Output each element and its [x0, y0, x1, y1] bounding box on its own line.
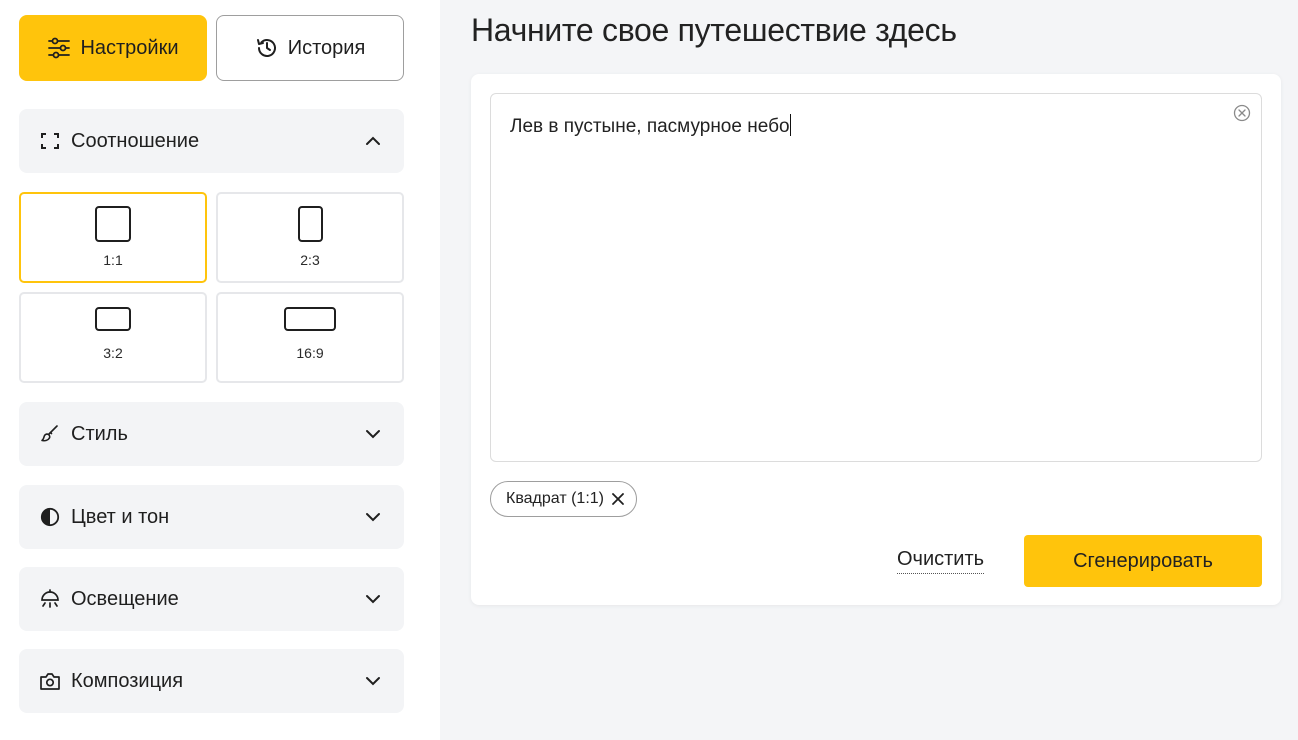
color-tone-section-header[interactable]: Цвет и тон [19, 485, 404, 549]
contrast-icon [39, 506, 61, 528]
chevron-up-icon [364, 132, 382, 150]
ratio-option-label: 3:2 [103, 345, 123, 361]
clear-input-icon[interactable] [1233, 104, 1251, 122]
square-ratio-icon [95, 206, 131, 242]
prompt-text: Лев в пустыне, пасмурное небо [510, 116, 790, 137]
landscape-ratio-icon [95, 307, 131, 331]
ratio-option-2-3[interactable]: 2:3 [216, 192, 404, 283]
clear-button[interactable]: Очистить [897, 548, 985, 574]
history-tab-button[interactable]: История [216, 15, 404, 81]
lighting-section-header[interactable]: Освещение [19, 567, 404, 631]
ratio-option-3-2[interactable]: 3:2 [19, 292, 207, 383]
close-icon[interactable] [610, 491, 626, 507]
history-icon [255, 36, 279, 60]
color-tone-section-label: Цвет и тон [71, 505, 170, 528]
settings-sidebar: Настройки История Соотношение 1:1 2:3 3:… [0, 0, 440, 740]
frame-icon [39, 130, 61, 152]
composition-section-label: Композиция [71, 669, 184, 692]
page-title: Начните свое путешествие здесь [471, 12, 957, 48]
text-caret [789, 114, 791, 136]
chevron-down-icon [364, 590, 382, 608]
ratio-option-label: 1:1 [103, 252, 123, 268]
history-tab-label: История [287, 36, 366, 59]
brush-icon [39, 423, 61, 445]
generate-button[interactable]: Сгенерировать [1024, 535, 1262, 587]
settings-tab-button[interactable]: Настройки [19, 15, 207, 81]
ratio-option-label: 16:9 [296, 345, 324, 361]
chevron-down-icon [364, 508, 382, 526]
prompt-card: Лев в пустыне, пасмурное небо Квадрат (1… [471, 74, 1281, 605]
composition-section-header[interactable]: Композиция [19, 649, 404, 713]
ratio-option-label: 2:3 [300, 252, 320, 268]
portrait-ratio-icon [297, 206, 323, 242]
sliders-icon [47, 37, 71, 59]
chip-label: Квадрат (1:1) [506, 490, 604, 507]
style-section-header[interactable]: Стиль [19, 402, 404, 466]
aspect-ratio-section-label: Соотношение [71, 129, 200, 152]
lighting-section-label: Освещение [71, 587, 179, 610]
camera-icon [39, 670, 61, 692]
aspect-ratio-chip: Квадрат (1:1) [490, 481, 637, 517]
aspect-ratio-section-header[interactable]: Соотношение [19, 109, 404, 173]
prompt-textarea[interactable]: Лев в пустыне, пасмурное небо [490, 93, 1262, 462]
settings-tab-label: Настройки [80, 36, 179, 59]
lamp-icon [39, 588, 61, 610]
ratio-option-16-9[interactable]: 16:9 [216, 292, 404, 383]
style-section-label: Стиль [71, 422, 128, 445]
chevron-down-icon [364, 425, 382, 443]
ratio-option-1-1[interactable]: 1:1 [19, 192, 207, 283]
widescreen-ratio-icon [284, 307, 336, 331]
chevron-down-icon [364, 672, 382, 690]
